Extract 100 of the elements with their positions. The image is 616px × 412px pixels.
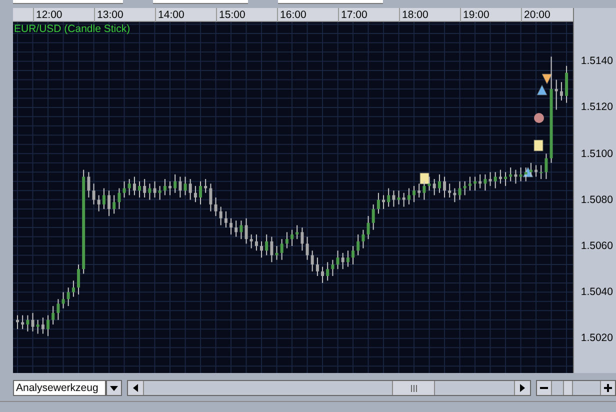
candlestick (494, 172, 497, 189)
price-label: 1.5120 (580, 100, 613, 114)
candlestick (199, 180, 202, 205)
candlestick (484, 174, 487, 192)
candlestick (250, 234, 253, 249)
candlestick (554, 79, 558, 110)
candlestick (300, 227, 304, 252)
candlestick (544, 153, 548, 180)
input-field[interactable] (153, 0, 248, 4)
input-field[interactable] (13, 0, 123, 4)
candlestick (224, 210, 228, 228)
candlestick (41, 317, 44, 334)
candlestick (174, 174, 177, 194)
triangle-icon (536, 84, 548, 96)
candlestick (56, 298, 60, 320)
price-label: 1.5080 (580, 192, 613, 207)
candlestick (376, 192, 380, 214)
candlestick (372, 204, 375, 230)
candlestick (285, 232, 288, 249)
candlestick (66, 287, 70, 307)
candlestick (463, 180, 466, 196)
candlestick (26, 314, 30, 332)
zoom-out-button[interactable] (537, 381, 552, 395)
candlestick (194, 185, 197, 203)
candlestick (316, 257, 319, 277)
candlestick (270, 236, 274, 263)
candlestick (280, 238, 284, 260)
candlestick (265, 234, 268, 256)
candlestick (331, 259, 334, 277)
candlestick (418, 183, 421, 198)
candlestick (524, 166, 528, 182)
candlestick (132, 176, 136, 196)
candlestick (366, 215, 370, 240)
price-label: 1.5060 (580, 238, 613, 253)
candlestick (240, 220, 243, 240)
left-arrow-icon (133, 384, 138, 392)
candlestick (204, 178, 208, 194)
zoom-thumb[interactable] (562, 381, 573, 395)
candlestick (468, 176, 472, 192)
candlestick (72, 280, 75, 298)
candlestick (254, 234, 258, 252)
candlestick (31, 312, 34, 332)
candlestick (102, 188, 106, 210)
candlestick (188, 178, 192, 200)
candlestick (438, 174, 441, 194)
candlestick (244, 218, 248, 244)
candlestick (498, 169, 502, 184)
candlestick (540, 164, 543, 180)
candlestick (306, 236, 309, 260)
candlestick (392, 190, 396, 208)
candlestick (219, 206, 222, 226)
candlestick (336, 250, 340, 270)
candlestick (407, 188, 410, 205)
candlestick (52, 306, 55, 326)
candlestick (362, 229, 365, 249)
tool-dropdown[interactable]: Analysewerkzeug (13, 380, 106, 396)
candlestick (504, 172, 508, 186)
candlestick (122, 180, 126, 198)
price-label: 1.5020 (580, 331, 613, 346)
plus-icon (604, 384, 612, 392)
candlestick (310, 250, 314, 272)
candlestick (326, 262, 330, 282)
minus-icon (540, 387, 548, 389)
candlestick (443, 176, 446, 198)
candlestick (184, 176, 187, 196)
candlestick (341, 252, 344, 270)
marker-icon (534, 140, 544, 152)
candlestick (112, 194, 116, 214)
candlestick (422, 180, 426, 200)
candlestick (97, 194, 100, 212)
candlestick (163, 178, 166, 196)
candlestick (356, 234, 360, 256)
scroll-left-button[interactable] (128, 381, 144, 395)
candlestick (46, 314, 50, 337)
price-label: 1.5140 (580, 54, 613, 68)
candlestick (432, 178, 436, 196)
candlestick (387, 188, 390, 208)
candlestick (352, 245, 355, 265)
input-field[interactable] (278, 0, 383, 4)
candlestick (230, 218, 233, 235)
candlestick (260, 240, 264, 258)
scroll-right-button[interactable] (514, 381, 530, 395)
candlestick (118, 188, 121, 210)
candlestick (128, 178, 131, 196)
candlestick (92, 183, 96, 205)
marker-icon (420, 172, 430, 184)
candlestick (321, 266, 324, 284)
dropdown-button[interactable] (106, 380, 122, 396)
scroll-thumb[interactable] (392, 381, 436, 395)
candlestick (153, 180, 156, 198)
candlestick (143, 178, 146, 198)
candlestick (178, 176, 182, 198)
candlestick (62, 292, 65, 309)
candlestick (296, 224, 299, 240)
candlestick (458, 180, 462, 200)
chart-title: EUR/USD (Candle Stick) (14, 22, 130, 37)
candlestick (234, 220, 238, 238)
zoom-in-button[interactable] (600, 381, 615, 395)
candlestick (290, 229, 294, 246)
candlestick (87, 172, 90, 198)
